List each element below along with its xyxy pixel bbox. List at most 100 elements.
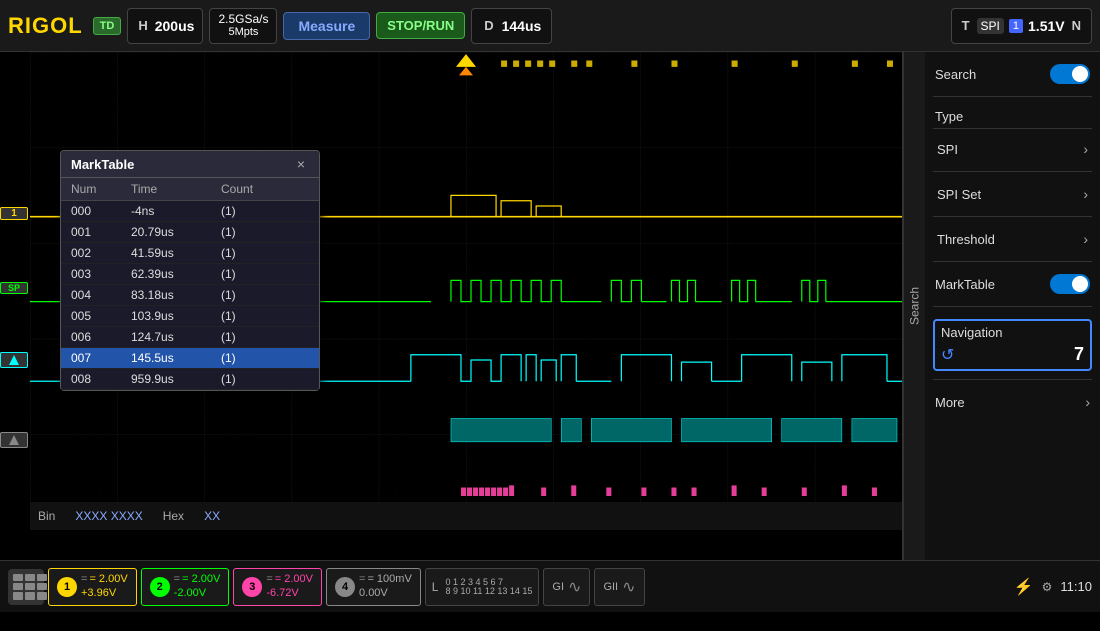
more-label: More (935, 395, 965, 410)
col-count-header: Count (221, 182, 301, 196)
ch2-circle: 2 (150, 577, 170, 597)
cell-count: (1) (221, 288, 301, 302)
divider-5 (933, 306, 1092, 307)
cell-count: (1) (221, 309, 301, 323)
right-panel-content: Search Type SPI › SPI Set › Threshold (925, 52, 1100, 424)
ch2-indicator[interactable]: SP (0, 282, 28, 294)
l-block[interactable]: L 0 1 2 3 4 5 6 7 8 9 10 11 12 13 14 15 (425, 568, 540, 606)
delay-value: 144us (502, 18, 542, 34)
cell-count: (1) (221, 372, 301, 386)
cell-num: 003 (71, 267, 131, 281)
ch1-values: == 2.00V +3.96V (81, 573, 128, 599)
ch1-circle: 1 (57, 577, 77, 597)
cell-num: 005 (71, 309, 131, 323)
table-row[interactable]: 000 -4ns (1) (61, 201, 319, 222)
ch4-indicator[interactable] (0, 432, 28, 448)
spi-label: SPI (937, 142, 958, 157)
cell-count: (1) (221, 246, 301, 260)
gi-block[interactable]: GI ∿ (543, 568, 590, 606)
marktable-close-button[interactable]: × (293, 156, 309, 172)
marktable-label: MarkTable (935, 277, 995, 292)
marktable-columns: Num Time Count (61, 178, 319, 201)
divider-2 (933, 171, 1092, 172)
l-label: L (432, 580, 439, 594)
cell-count: (1) (221, 204, 301, 218)
ch2-block[interactable]: 2 == 2.00V -2.00V (141, 568, 230, 606)
ch2-values: == 2.00V -2.00V (174, 573, 221, 599)
table-row[interactable]: 007 145.5us (1) (61, 348, 319, 369)
spi-arrow-item[interactable]: SPI › (933, 135, 1092, 163)
ch2-val1: = 2.00V (182, 573, 220, 585)
hex-value: XX (204, 509, 220, 523)
clock-time: 11:10 (1060, 579, 1092, 594)
marktable-row: MarkTable (933, 270, 1092, 298)
samplerate-stack: 2.5GSa/s 5Mpts (218, 12, 268, 40)
search-toggle[interactable] (1050, 64, 1090, 84)
grid-cell-7 (13, 592, 23, 599)
search-row: Search (933, 60, 1092, 88)
grid-cell-9 (37, 592, 47, 599)
table-row[interactable]: 008 959.9us (1) (61, 369, 319, 390)
marktable-toggle[interactable] (1050, 274, 1090, 294)
top-bar: RIGOL TD H 200us 2.5GSa/s 5Mpts Measure … (0, 0, 1100, 52)
ch4-values: == 100mV 0.00V (359, 573, 412, 599)
ch4-block[interactable]: 4 == 100mV 0.00V (326, 568, 421, 606)
ch-num-badge: 1 (1009, 19, 1023, 33)
divider-3 (933, 216, 1092, 217)
gi-label: GI (552, 581, 564, 593)
td-badge: TD (93, 17, 122, 35)
grid-cell-8 (25, 592, 35, 599)
table-row[interactable]: 002 41.59us (1) (61, 243, 319, 264)
table-row[interactable]: 001 20.79us (1) (61, 222, 319, 243)
table-row[interactable]: 004 83.18us (1) (61, 285, 319, 306)
nav-number: 7 (1074, 344, 1084, 365)
spi-set-label: SPI Set (937, 187, 981, 202)
threshold-arrow-icon: › (1083, 231, 1088, 247)
bin-value: XXXX XXXX (75, 509, 142, 523)
samplerate-section: 2.5GSa/s 5Mpts (209, 8, 277, 44)
table-row[interactable]: 003 62.39us (1) (61, 264, 319, 285)
l-numbers: 0 1 2 3 4 5 6 7 8 9 10 11 12 13 14 15 (445, 578, 532, 596)
marktable-rows: 000 -4ns (1) 001 20.79us (1) 002 41.59us… (61, 201, 319, 390)
cell-num: 004 (71, 288, 131, 302)
ch3-indicator[interactable] (0, 352, 28, 368)
threshold-item[interactable]: Threshold › (933, 225, 1092, 253)
right-panel: Search Search Type SPI › SPI Set › (902, 52, 1100, 560)
bin-label: Bin (38, 509, 55, 523)
cell-num: 007 (71, 351, 131, 365)
threshold-label: Threshold (937, 232, 995, 247)
cell-count: (1) (221, 330, 301, 344)
decode-bar: Bin XXXX XXXX Hex XX (30, 502, 902, 530)
bottom-bar: 1 == 2.00V +3.96V 2 == 2.00V -2.00V 3 ==… (0, 560, 1100, 612)
cell-count: (1) (221, 267, 301, 281)
gii-block[interactable]: GII ∿ (594, 568, 644, 606)
stoprun-button[interactable]: STOP/RUN (376, 12, 465, 39)
navigation-label: Navigation (941, 325, 1002, 340)
more-row[interactable]: More › (933, 388, 1092, 416)
cell-num: 001 (71, 225, 131, 239)
cell-num: 000 (71, 204, 131, 218)
ch1-indicator[interactable]: 1 (0, 207, 28, 220)
settings-icon[interactable]: ⚙ (1042, 580, 1053, 594)
cell-time: 145.5us (131, 351, 221, 365)
grid-icon-button[interactable] (8, 569, 44, 605)
measure-button[interactable]: Measure (283, 12, 370, 40)
cell-time: -4ns (131, 204, 221, 218)
timebase-value: 200us (155, 18, 195, 34)
ch1-block[interactable]: 1 == 2.00V +3.96V (48, 568, 137, 606)
grid-cell-5 (25, 583, 35, 590)
table-row[interactable]: 006 124.7us (1) (61, 327, 319, 348)
search-label: Search (935, 67, 976, 82)
marktable-header: MarkTable × (61, 151, 319, 178)
ch2-val2: -2.00V (174, 587, 221, 600)
table-row[interactable]: 005 103.9us (1) (61, 306, 319, 327)
spi-set-item[interactable]: SPI Set › (933, 180, 1092, 208)
divider-1 (933, 96, 1092, 97)
nav-back-icon[interactable]: ↺ (941, 345, 954, 365)
grid-cell-4 (13, 583, 23, 590)
type-row: Type (933, 105, 1092, 129)
ch3-block[interactable]: 3 == 2.00V -6.72V (233, 568, 322, 606)
ch4-val2: 0.00V (359, 587, 412, 600)
n-label: N (1072, 18, 1081, 33)
gii-wave-icon: ∿ (622, 577, 635, 597)
